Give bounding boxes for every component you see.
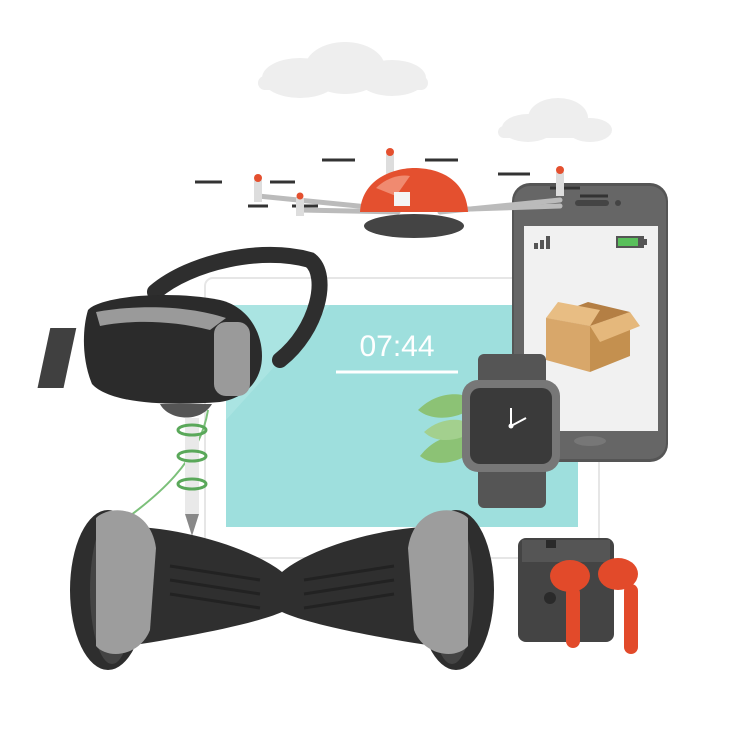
tablet-clock-time: 07:44 bbox=[359, 330, 434, 363]
gadgets-illustration: 07:44 bbox=[37, 42, 668, 670]
battery-icon bbox=[616, 236, 647, 248]
cloud-icon-left bbox=[258, 42, 428, 98]
cloud-icon-right bbox=[498, 98, 612, 142]
